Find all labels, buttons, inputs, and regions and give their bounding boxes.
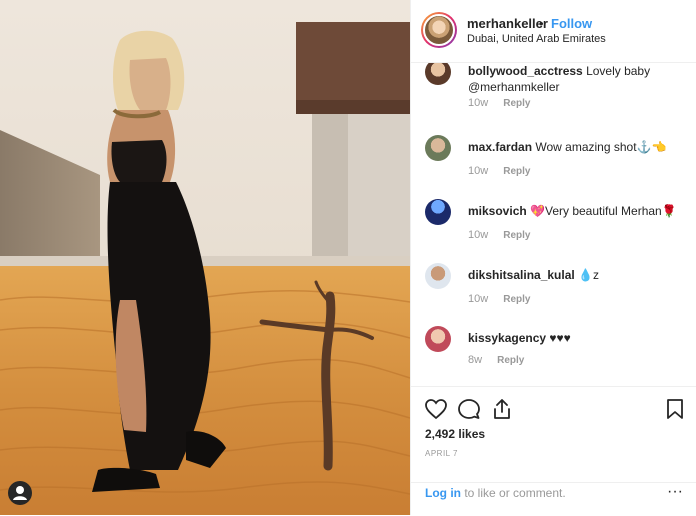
reply-button[interactable]: Reply	[503, 294, 530, 305]
login-rest: to like or comment.	[461, 486, 566, 500]
more-options-icon[interactable]: ···	[667, 483, 683, 501]
reply-button[interactable]: Reply	[503, 98, 530, 109]
commenter-avatar[interactable]	[425, 135, 451, 161]
separator-dot: •	[539, 16, 544, 31]
comment-text: bollywood_acctress Lovely baby @merhanmk…	[468, 63, 683, 95]
comment-icon[interactable]	[457, 397, 481, 421]
comment-text: kissykagency ♥♥♥	[468, 330, 683, 346]
comment-meta: 10w Reply	[468, 97, 530, 109]
comment-text: max.fardan Wow amazing shot⚓👈	[468, 139, 683, 155]
login-text: Log in to like or comment.	[425, 486, 566, 500]
commenter-avatar[interactable]	[425, 199, 451, 225]
post-header: merhankeller • Follow Dubai, United Arab…	[411, 0, 696, 63]
location-link[interactable]: Dubai, United Arab Emirates	[467, 33, 606, 45]
comment-age: 10w	[468, 165, 489, 177]
desert-photo	[0, 0, 410, 515]
comment-body: 💧z	[578, 268, 600, 282]
commenter-username[interactable]: bollywood_acctress	[468, 64, 583, 78]
login-prompt: Log in to like or comment. ···	[411, 482, 696, 516]
post-photo[interactable]	[0, 0, 410, 515]
comment-age: 10w	[468, 293, 489, 305]
post-date: APRIL 7	[425, 449, 458, 458]
commenter-username[interactable]: kissykagency	[468, 331, 546, 345]
reply-button[interactable]: Reply	[497, 355, 524, 366]
comment-age: 10w	[468, 97, 489, 109]
likes-count[interactable]: 2,492 likes	[425, 427, 485, 441]
user-tag-icon[interactable]	[8, 481, 32, 505]
bookmark-icon[interactable]	[663, 397, 687, 421]
reply-button[interactable]: Reply	[503, 230, 530, 241]
comment-body: Wow amazing shot⚓👈	[535, 140, 667, 154]
commenter-username[interactable]: dikshitsalina_kulal	[468, 268, 575, 282]
reply-button[interactable]: Reply	[503, 166, 530, 177]
comment-meta: 10w Reply	[468, 165, 530, 177]
comment-age: 8w	[468, 354, 483, 366]
comment-text: dikshitsalina_kulal 💧z	[468, 267, 683, 283]
login-link[interactable]: Log in	[425, 486, 461, 500]
share-icon[interactable]	[490, 397, 514, 421]
comment-meta: 10w Reply	[468, 293, 530, 305]
commenter-avatar[interactable]	[425, 326, 451, 352]
comments-list[interactable]: bollywood_acctress Lovely baby @merhanmk…	[411, 63, 696, 385]
comment-text: miksovich 💖Very beautiful Merhan🌹	[468, 203, 683, 219]
comment-body: ♥♥♥	[549, 331, 571, 345]
follow-button[interactable]: Follow	[551, 16, 592, 31]
commenter-avatar[interactable]	[425, 263, 451, 289]
comment-meta: 10w Reply	[468, 229, 530, 241]
commenter-avatar[interactable]	[425, 63, 451, 85]
commenter-username[interactable]: max.fardan	[468, 140, 532, 154]
author-username[interactable]: merhankeller	[467, 16, 548, 31]
comment-age: 10w	[468, 229, 489, 241]
author-avatar[interactable]	[421, 12, 457, 48]
comment-meta: 8w Reply	[468, 354, 524, 366]
post-side-panel: merhankeller • Follow Dubai, United Arab…	[410, 0, 696, 515]
heart-icon[interactable]	[424, 397, 448, 421]
comment-body: 💖Very beautiful Merhan🌹	[530, 204, 677, 218]
commenter-username[interactable]: miksovich	[468, 204, 527, 218]
